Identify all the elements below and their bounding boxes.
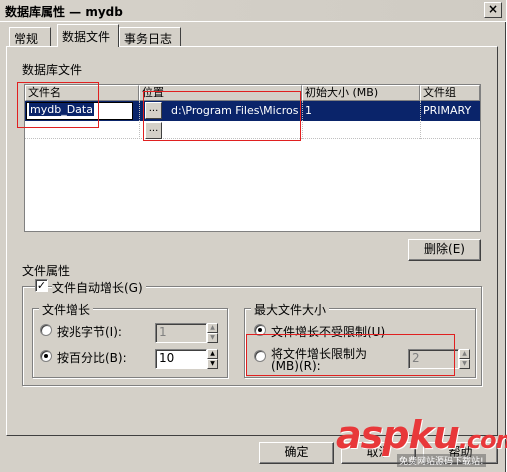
title-bar[interactable]: 数据库属性 — mydb × <box>0 0 506 22</box>
growth-by-percent-label[interactable]: 按百分比(B): <box>57 349 127 366</box>
close-button[interactable]: × <box>484 2 502 18</box>
spin-down-icon[interactable]: ▼ <box>459 359 470 369</box>
growth-mb-spinner[interactable]: ▲ ▼ <box>207 323 218 343</box>
database-files-label: 数据库文件 <box>22 63 83 77</box>
window-title: 数据库属性 — mydb <box>5 5 123 19</box>
column-header-initial-size[interactable]: 初始大小 (MB) <box>302 85 420 101</box>
growth-by-percent-radio[interactable] <box>40 350 52 362</box>
tab-data-files[interactable]: 数据文件 <box>57 24 119 47</box>
spin-up-icon[interactable]: ▲ <box>459 349 470 359</box>
file-properties-label: 文件属性 <box>22 264 71 278</box>
ok-button[interactable]: 确定 <box>259 442 334 464</box>
annotation-box-file-name <box>17 82 99 128</box>
growth-percent-spinner[interactable]: ▲ ▼ <box>207 349 218 369</box>
tab-general[interactable]: 常规 <box>9 27 51 47</box>
initial-size-cell[interactable]: 1 <box>305 101 415 121</box>
watermark-suffix: .com <box>458 426 507 454</box>
annotation-box-location <box>143 91 301 141</box>
growth-percent-input[interactable]: 10 <box>155 349 207 369</box>
file-growth-title: 文件增长 <box>39 301 94 318</box>
spin-up-icon[interactable]: ▲ <box>207 323 218 333</box>
tab-transaction-log[interactable]: 事务日志 <box>119 27 181 47</box>
annotation-box-limit <box>246 334 455 376</box>
max-file-size-title: 最大文件大小 <box>251 301 330 318</box>
max-size-spinner[interactable]: ▲ ▼ <box>459 349 470 369</box>
auto-grow-checkbox[interactable]: ✓ <box>35 279 48 292</box>
grid-divider <box>420 101 421 139</box>
database-properties-dialog: 数据库属性 — mydb × 常规 数据文件 事务日志 数据库文件 文件名 位置… <box>0 0 507 472</box>
watermark-text: aspku <box>336 413 460 457</box>
filegroup-cell[interactable]: PRIMARY <box>423 101 480 121</box>
watermark-subtext: 免费网站源码下载站! <box>397 454 486 467</box>
delete-button[interactable]: 删除(E) <box>408 239 481 261</box>
auto-grow-label[interactable]: 文件自动增长(G) <box>52 279 146 296</box>
grid-divider <box>139 101 140 139</box>
growth-mb-input[interactable]: 1 <box>155 323 207 343</box>
grid-divider <box>302 101 303 139</box>
spin-up-icon[interactable]: ▲ <box>207 349 218 359</box>
spin-down-icon[interactable]: ▼ <box>207 359 218 369</box>
column-header-filegroup[interactable]: 文件组 <box>420 85 480 101</box>
growth-by-mb-label[interactable]: 按兆字节(I): <box>57 323 122 340</box>
growth-by-mb-radio[interactable] <box>40 324 52 336</box>
spin-down-icon[interactable]: ▼ <box>207 333 218 343</box>
